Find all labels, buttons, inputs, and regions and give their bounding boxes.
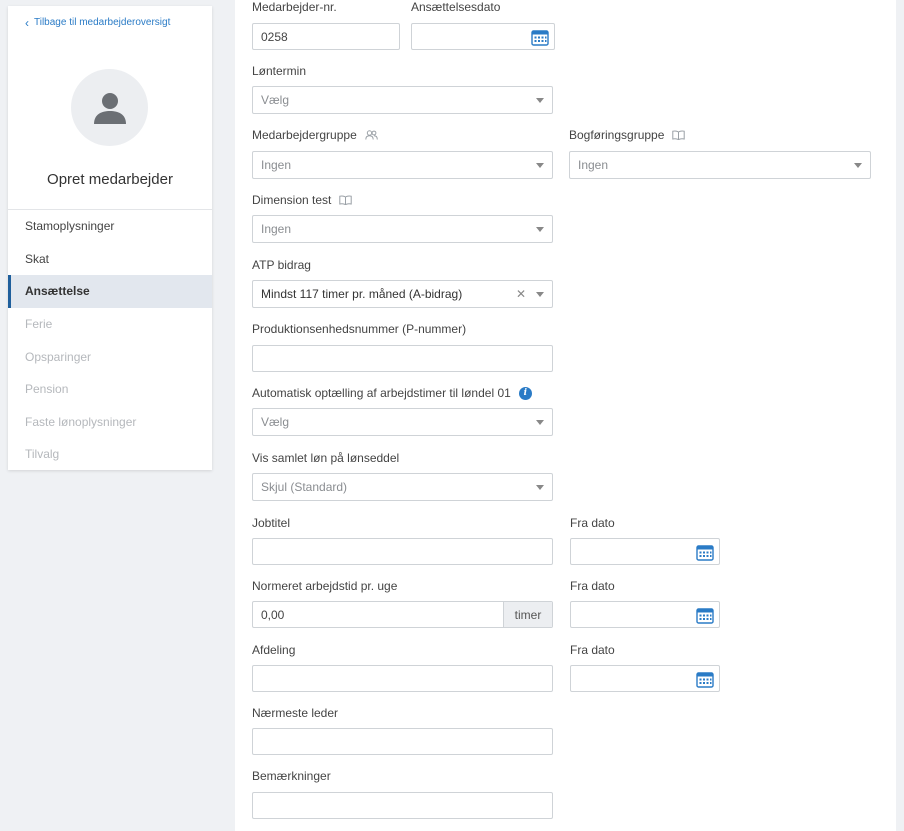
- sidebar-item-ansaettelse[interactable]: Ansættelse: [8, 275, 212, 308]
- p-number-label: Produktionsenhedsnummer (P-nummer): [252, 322, 467, 336]
- sidebar-item-pension: Pension: [25, 382, 69, 397]
- sidebar: ‹ Tilbage til medarbejderoversigt Opret …: [8, 6, 212, 470]
- notes-label: Bemærkninger: [252, 769, 331, 783]
- back-to-overview-link[interactable]: ‹ Tilbage til medarbejderoversigt: [25, 15, 171, 30]
- chevron-left-icon: ‹: [25, 15, 29, 30]
- chevron-down-icon: [536, 227, 544, 232]
- chevron-down-icon: [536, 98, 544, 103]
- job-title-input[interactable]: [252, 538, 553, 565]
- weekly-hours-input[interactable]: 0,00 timer: [252, 601, 553, 628]
- dimension-test-label-text: Dimension test: [252, 193, 332, 207]
- accounting-group-label: Bogføringsgruppe: [569, 128, 686, 142]
- accounting-group-select[interactable]: Ingen: [569, 151, 871, 179]
- weekly-hours-from-label: Fra dato: [570, 579, 615, 593]
- book-icon: [339, 195, 353, 205]
- auto-count-value: Vælg: [261, 415, 290, 429]
- auto-count-label: Automatisk optælling af arbejdstimer til…: [252, 386, 532, 400]
- user-icon: [93, 92, 126, 124]
- sidebar-title: Opret medarbejder: [47, 171, 173, 188]
- sidebar-item-skat[interactable]: Skat: [8, 243, 212, 276]
- employee-group-select[interactable]: Ingen: [252, 151, 553, 179]
- dimension-test-select[interactable]: Ingen: [252, 215, 553, 243]
- chevron-down-icon: [536, 163, 544, 168]
- calendar-icon[interactable]: [696, 671, 714, 688]
- manager-label: Nærmeste leder: [252, 706, 339, 720]
- accounting-group-label-text: Bogføringsgruppe: [569, 128, 665, 142]
- avatar: [71, 69, 148, 146]
- department-input[interactable]: [252, 665, 553, 692]
- department-from-label: Fra dato: [570, 643, 615, 657]
- employee-group-label: Medarbejdergruppe: [252, 128, 378, 142]
- auto-count-select[interactable]: Vælg: [252, 408, 553, 436]
- employee-no-label: Medarbejder-nr.: [252, 0, 337, 14]
- p-number-input[interactable]: [252, 345, 553, 372]
- employment-date-input[interactable]: [411, 23, 555, 50]
- employee-group-label-text: Medarbejdergruppe: [252, 128, 357, 142]
- chevron-down-icon: [536, 485, 544, 490]
- auto-count-label-text: Automatisk optælling af arbejdstimer til…: [252, 386, 511, 400]
- dimension-test-label: Dimension test: [252, 193, 353, 207]
- total-pay-value: Skjul (Standard): [261, 480, 348, 494]
- atp-value: Mindst 117 timer pr. måned (A-bidrag): [261, 287, 463, 301]
- job-title-from-label: Fra dato: [570, 516, 615, 530]
- calendar-icon[interactable]: [696, 607, 714, 624]
- sidebar-item-opsparinger: Opsparinger: [25, 349, 92, 364]
- pay-period-label: Løntermin: [252, 64, 307, 78]
- total-pay-label: Vis samlet løn på lønseddel: [252, 451, 400, 465]
- job-title-from-input[interactable]: [570, 538, 720, 565]
- chevron-down-icon: [854, 163, 862, 168]
- book-icon: [672, 130, 686, 140]
- clear-icon[interactable]: ✕: [516, 287, 526, 301]
- employment-form: Medarbejder-nr. 0258 Ansættelsesdato Løn…: [235, 0, 896, 831]
- pay-period-select[interactable]: Vælg: [252, 86, 553, 114]
- dimension-test-value: Ingen: [261, 222, 292, 236]
- sidebar-item-stamoplysninger[interactable]: Stamoplysninger: [8, 210, 212, 243]
- job-title-label: Jobtitel: [252, 516, 291, 530]
- employee-no-input[interactable]: 0258: [252, 23, 400, 50]
- employee-group-value: Ingen: [261, 158, 292, 172]
- calendar-icon[interactable]: [531, 29, 549, 46]
- weekly-hours-value: 0,00: [261, 607, 285, 622]
- atp-select[interactable]: Mindst 117 timer pr. måned (A-bidrag) ✕: [252, 280, 553, 308]
- department-from-input[interactable]: [570, 665, 720, 692]
- pay-period-value: Vælg: [261, 93, 290, 107]
- total-pay-select[interactable]: Skjul (Standard): [252, 473, 553, 501]
- info-icon[interactable]: i: [518, 386, 532, 400]
- calendar-icon[interactable]: [696, 544, 714, 561]
- users-icon: [365, 130, 378, 140]
- manager-input[interactable]: [252, 728, 553, 755]
- chevron-down-icon: [536, 420, 544, 425]
- hours-unit-suffix: timer: [503, 602, 552, 627]
- atp-label: ATP bidrag: [252, 258, 311, 272]
- department-label: Afdeling: [252, 643, 296, 657]
- weekly-hours-from-input[interactable]: [570, 601, 720, 628]
- chevron-down-icon: [536, 292, 544, 297]
- sidebar-item-tilvalg: Tilvalg: [25, 447, 60, 462]
- sidebar-item-ferie: Ferie: [25, 317, 53, 332]
- employment-date-label: Ansættelsesdato: [411, 0, 501, 14]
- accounting-group-value: Ingen: [578, 158, 609, 172]
- notes-input[interactable]: [252, 792, 553, 819]
- weekly-hours-label: Normeret arbejdstid pr. uge: [252, 579, 398, 593]
- sidebar-nav: Stamoplysninger Skat Ansættelse Ferie Op…: [8, 210, 212, 471]
- sidebar-item-faste-lonoplysninger: Faste lønoplysninger: [25, 414, 137, 429]
- back-link-label: Tilbage til medarbejderoversigt: [34, 17, 171, 28]
